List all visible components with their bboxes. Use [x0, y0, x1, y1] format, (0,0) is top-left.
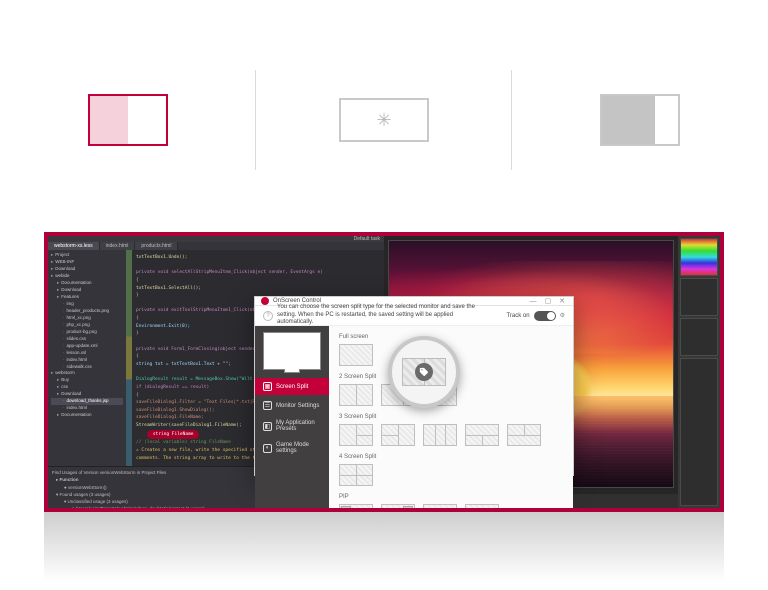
- layout-3d[interactable]: [465, 424, 499, 446]
- tree-item[interactable]: ·download_thanks.jsp: [51, 398, 123, 405]
- maximize-icon[interactable]: ▢: [543, 297, 554, 305]
- tab-icon-split: [88, 94, 168, 146]
- nav-game-mode[interactable]: ◐Game Mode settings: [255, 438, 329, 458]
- photo-right-palettes: [678, 236, 720, 508]
- tree-item[interactable]: ·img: [51, 301, 123, 308]
- color-palette[interactable]: [680, 238, 718, 276]
- monitor-mockup: Default task webstorm-xs.less index.html…: [44, 232, 724, 582]
- tab-screen-split[interactable]: [0, 70, 256, 170]
- tab-icon-pip: [600, 94, 680, 146]
- ide-tab[interactable]: webstorm-xs.less: [48, 242, 100, 250]
- tree-item[interactable]: ▸Project: [51, 252, 123, 259]
- feature-tab-strip: ✳: [0, 70, 768, 170]
- tree-item[interactable]: ▸Download: [51, 287, 123, 294]
- tree-item[interactable]: ·lesson.xsl: [51, 350, 123, 357]
- layout-pip-tr[interactable]: [381, 504, 415, 512]
- ide-tab-bar: webstorm-xs.less index.html products.htm…: [48, 242, 384, 250]
- layers-palette[interactable]: [680, 358, 718, 506]
- osc-title: OnScreen Control: [273, 298, 321, 304]
- swatches-palette[interactable]: [680, 278, 718, 316]
- toggle-label: Track on: [506, 313, 529, 319]
- settings-icon[interactable]: ⚙: [560, 312, 565, 319]
- tree-item[interactable]: ▸css: [51, 384, 123, 391]
- nav-screen-split[interactable]: ▦Screen Split: [255, 378, 329, 395]
- track-toggle[interactable]: [534, 311, 556, 321]
- layout-pip-bl[interactable]: [423, 504, 457, 512]
- project-tree[interactable]: ▸Project▸WEB-INF▸Download▸webide▸Documen…: [48, 250, 126, 466]
- minimize-icon[interactable]: —: [528, 298, 539, 305]
- layout-pip-tl[interactable]: [339, 504, 373, 512]
- tab-loading[interactable]: ✳: [256, 70, 512, 170]
- tab-pip[interactable]: [512, 70, 768, 170]
- selected-layout-preview: [402, 358, 446, 386]
- editor-gutter: [126, 250, 132, 466]
- monitor-reflection: [44, 512, 724, 582]
- tree-item[interactable]: ▸webstorm: [51, 370, 123, 377]
- tree-item[interactable]: ·header_products.png: [51, 308, 123, 315]
- game-icon: ◐: [263, 444, 272, 453]
- adjustments-palette[interactable]: [680, 318, 718, 356]
- apps-icon: ◧: [263, 422, 272, 431]
- nav-app-presets[interactable]: ◧My Application Presets: [255, 416, 329, 436]
- tree-item[interactable]: ·slides.css: [51, 336, 123, 343]
- tab-icon-loading: ✳: [339, 98, 429, 142]
- tree-item[interactable]: ▸Download: [51, 266, 123, 273]
- layout-pip-br[interactable]: [465, 504, 499, 512]
- layout-3b[interactable]: [381, 424, 415, 446]
- osc-sidebar: ▦Screen Split ☰Monitor Settings ◧My Appl…: [255, 326, 329, 512]
- monitor-preview-icon: [263, 332, 321, 370]
- tree-item[interactable]: ·index.html: [51, 357, 123, 364]
- ide-tab[interactable]: index.html: [100, 242, 136, 250]
- layout-3c[interactable]: [423, 424, 457, 446]
- help-icon[interactable]: ?: [263, 311, 273, 321]
- spinner-icon: ✳: [376, 110, 391, 131]
- magnifier-callout: [388, 336, 460, 408]
- tree-item[interactable]: ·sidewalk.css: [51, 364, 123, 371]
- tree-item[interactable]: ·html_xc.png: [51, 315, 123, 322]
- layout-2col[interactable]: [339, 384, 373, 406]
- tree-item[interactable]: ▸webide: [51, 273, 123, 280]
- close-icon[interactable]: ✕: [557, 297, 567, 305]
- tree-item[interactable]: ·php_xc.png: [51, 322, 123, 329]
- tree-item[interactable]: ·app-update.xml: [51, 343, 123, 350]
- tree-item[interactable]: ▸Download: [51, 391, 123, 398]
- layout-3a[interactable]: [339, 424, 373, 446]
- tree-item[interactable]: ▸Documentation: [51, 280, 123, 287]
- layout-full[interactable]: [339, 344, 373, 366]
- osc-toolbar: ? You can choose the screen split type f…: [255, 306, 573, 326]
- tree-item[interactable]: ▸Documentation: [51, 412, 123, 419]
- osc-help-text: You can choose the screen split type for…: [277, 304, 477, 327]
- layout-3e[interactable]: [507, 424, 541, 446]
- grid-icon: ▦: [263, 382, 272, 391]
- tree-item[interactable]: ·product-bg.png: [51, 329, 123, 336]
- ide-tab[interactable]: products.html: [135, 242, 178, 250]
- nav-monitor-settings[interactable]: ☰Monitor Settings: [255, 397, 329, 414]
- sliders-icon: ☰: [263, 401, 272, 410]
- tree-item[interactable]: ▸Buy: [51, 377, 123, 384]
- tree-item[interactable]: ·index.html: [51, 405, 123, 412]
- tree-item[interactable]: ▸WEB-INF: [51, 259, 123, 266]
- tree-item[interactable]: ▸Features: [51, 294, 123, 301]
- price-tag-icon: [415, 363, 433, 381]
- layout-4[interactable]: [339, 464, 373, 486]
